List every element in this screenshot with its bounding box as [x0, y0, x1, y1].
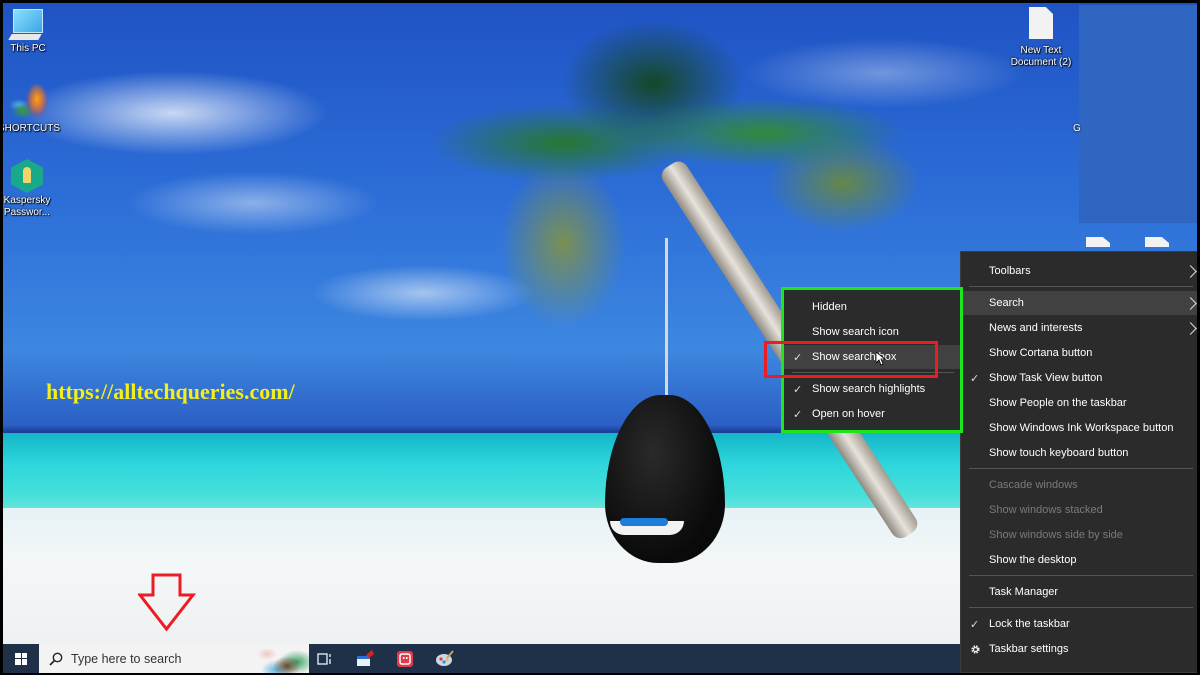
chevron-right-icon — [1184, 265, 1197, 278]
menu-item-show-the-desktop[interactable]: Show the desktop — [961, 548, 1197, 572]
menu-separator — [969, 468, 1193, 469]
menu-item-label: Lock the taskbar — [989, 618, 1070, 630]
menu-item-label: Show the desktop — [989, 554, 1077, 566]
start-windows-icon — [15, 652, 27, 665]
menu-separator — [969, 286, 1193, 287]
desktop-icon-label: New Text Document (2) — [1010, 45, 1072, 68]
menu-separator — [969, 575, 1193, 576]
menu-item-label: Cascade windows — [989, 479, 1078, 491]
red-down-arrow-icon — [138, 573, 197, 632]
menu-item-label: Search — [989, 297, 1024, 309]
task-view-icon — [317, 653, 331, 665]
gear-icon — [971, 645, 980, 654]
wallpaper-cushion-blue — [620, 518, 668, 526]
menu-item-cascade-windows: Cascade windows — [961, 473, 1197, 497]
menu-separator — [969, 607, 1193, 608]
desktop-partial-label: G — [1073, 123, 1081, 134]
screen-recorder-icon — [397, 651, 413, 667]
desktop-icon-label: This PC — [10, 43, 46, 54]
desktop-icon-label: Kaspersky Passwor... — [3, 195, 51, 218]
menu-item-news-and-interests[interactable]: News and interests — [961, 316, 1197, 340]
menu-item-taskbar-settings[interactable]: Taskbar settings — [961, 637, 1197, 661]
menu-item-task-manager[interactable]: Task Manager — [961, 580, 1197, 604]
menu-item-label: Task Manager — [989, 586, 1059, 598]
desktop-selection-overlay — [1079, 5, 1197, 223]
menu-item-label: Show touch keyboard button — [989, 447, 1129, 459]
menu-item-label: Show People on the taskbar — [989, 397, 1127, 409]
menu-item-label: Show Task View button — [989, 372, 1103, 384]
menu-item-label: Show windows stacked — [989, 504, 1103, 516]
checkmark-icon: ✓ — [970, 372, 980, 385]
desktop-icon-shortcuts[interactable]: SHORTCUTS — [3, 83, 61, 135]
taskbar-app-video-editor[interactable] — [355, 649, 375, 669]
kaspersky-password-manager-icon — [11, 159, 43, 193]
menu-item-show-touch-keyboard[interactable]: Show touch keyboard button — [961, 441, 1197, 465]
red-highlight-annotation — [764, 341, 938, 378]
watermark-url: https://alltechqueries.com/ — [46, 379, 295, 404]
menu-item-toolbars[interactable]: Toolbars — [961, 259, 1197, 283]
wallpaper-rope — [665, 238, 668, 398]
wallpaper-palm-fronds — [383, 3, 943, 333]
text-document-icon — [1029, 7, 1053, 39]
computer-icon — [13, 9, 43, 33]
desktop-icon-new-text-document[interactable]: New Text Document (2) — [1007, 7, 1075, 69]
mouse-cursor-icon — [876, 352, 886, 366]
menu-item-label: Toolbars — [989, 265, 1031, 277]
menu-item-show-windows-stacked: Show windows stacked — [961, 498, 1197, 522]
desktop-icon-kaspersky[interactable]: Kaspersky Passwor... — [3, 159, 57, 219]
menu-item-show-windows-side-by-side: Show windows side by side — [961, 523, 1197, 547]
taskbar-context-menu: Toolbars Search News and interests Show … — [960, 251, 1197, 673]
desktop-icon-this-pc[interactable]: This PC — [3, 9, 60, 55]
menu-item-label: Show windows side by side — [989, 529, 1123, 541]
taskbar-app-paint[interactable] — [435, 649, 455, 669]
screen: This PC SHORTCUTS Kaspersky Passwor... N… — [3, 3, 1197, 673]
chevron-right-icon — [1184, 297, 1197, 310]
start-button[interactable] — [3, 644, 39, 673]
menu-item-show-people[interactable]: Show People on the taskbar — [961, 391, 1197, 415]
video-editor-icon — [357, 650, 374, 666]
menu-item-label: News and interests — [989, 322, 1083, 334]
taskbar-search-box[interactable]: Type here to search — [39, 644, 309, 673]
menu-item-lock-the-taskbar[interactable]: ✓ Lock the taskbar — [961, 612, 1197, 636]
menu-item-label: Show Windows Ink Workspace button — [989, 422, 1174, 434]
menu-item-show-cortana-button[interactable]: Show Cortana button — [961, 341, 1197, 365]
desktop-icon-label: SHORTCUTS — [3, 123, 61, 134]
search-magnifier-icon — [49, 652, 63, 666]
menu-item-search[interactable]: Search — [961, 291, 1197, 315]
menu-item-label: Taskbar settings — [989, 643, 1069, 655]
paint-icon — [436, 650, 454, 666]
checkmark-icon: ✓ — [970, 618, 980, 631]
butterfly-icon — [9, 83, 49, 121]
taskbar-app-screen-recorder[interactable] — [395, 649, 415, 669]
search-highlight-illustration — [247, 644, 309, 673]
menu-item-label: Show Cortana button — [989, 347, 1093, 359]
search-placeholder: Type here to search — [71, 651, 182, 666]
chevron-right-icon — [1184, 322, 1197, 335]
menu-item-show-task-view-button[interactable]: ✓ Show Task View button — [961, 366, 1197, 390]
task-view-button[interactable] — [315, 649, 335, 669]
menu-item-show-windows-ink[interactable]: Show Windows Ink Workspace button — [961, 416, 1197, 440]
